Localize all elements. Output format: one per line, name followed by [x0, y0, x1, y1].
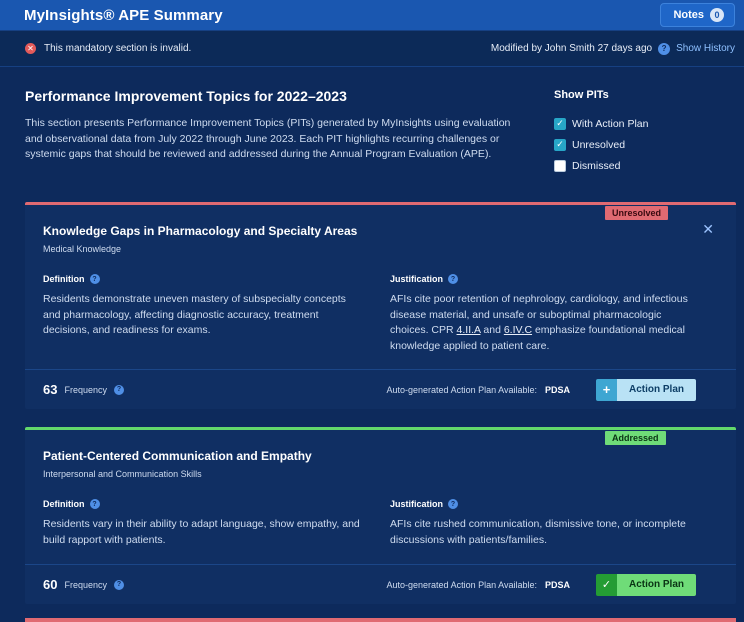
action-plan-type: PDSA: [544, 579, 570, 590]
page-title: MyInsights® APE Summary: [24, 6, 223, 24]
next-card-edge: [25, 618, 736, 622]
help-icon[interactable]: ?: [114, 384, 124, 395]
plus-icon: +: [595, 378, 617, 401]
frequency-value: 63: [43, 382, 58, 397]
action-plan-button-label: Action Plan: [616, 573, 696, 596]
action-plan-type: PDSA: [544, 384, 570, 395]
add-action-plan-button[interactable]: + Action Plan: [595, 378, 696, 401]
definition-label: Definition: [43, 274, 85, 284]
app-header: MyInsights® APE Summary Notes 0: [0, 0, 744, 30]
show-pits-filter: Show PITs ✓ With Action Plan ✓ Unresolve…: [554, 89, 648, 176]
justification-heading: Justification ?: [390, 274, 459, 284]
card-footer: 60 Frequency ? Auto-generated Action Pla…: [25, 564, 736, 604]
pit-card: Addressed Patient-Centered Communication…: [25, 427, 736, 604]
action-plan-button-label: Action Plan: [616, 378, 696, 401]
justification-label: Justification: [390, 274, 444, 284]
definition-heading: Definition ?: [43, 499, 100, 509]
help-icon[interactable]: ?: [448, 499, 459, 509]
action-plan-available-label: Auto-generated Action Plan Available:: [386, 384, 537, 395]
cpr-reference-link[interactable]: 6.IV.C: [504, 324, 532, 336]
section-description: This section presents Performance Improv…: [25, 117, 511, 160]
pit-title: Patient-Centered Communication and Empat…: [43, 449, 312, 463]
cpr-reference-link[interactable]: 4.II.A: [457, 324, 481, 336]
status-badge: Unresolved: [605, 206, 669, 220]
justification-label: Justification: [390, 499, 444, 509]
filter-label: Dismissed: [572, 159, 621, 172]
filter-label: With Action Plan: [572, 117, 649, 130]
definition-text: Residents vary in their ability to adapt…: [43, 518, 360, 546]
checkbox-checked-icon[interactable]: ✓: [554, 138, 566, 151]
justification-heading: Justification ?: [390, 499, 459, 509]
filter-unresolved[interactable]: ✓ Unresolved: [554, 134, 648, 155]
view-action-plan-button[interactable]: ✓ Action Plan: [595, 573, 696, 596]
notes-button[interactable]: Notes 0: [660, 3, 735, 27]
pit-title: Knowledge Gaps in Pharmacology and Speci…: [43, 224, 358, 238]
validation-message: This mandatory section is invalid.: [44, 43, 192, 54]
frequency-label: Frequency: [64, 579, 107, 590]
status-badge: Addressed: [605, 431, 666, 445]
action-plan-available-label: Auto-generated Action Plan Available:: [386, 579, 537, 590]
definition-heading: Definition ?: [43, 274, 100, 284]
show-history-link[interactable]: Show History: [676, 43, 735, 54]
validation-status-bar: ✕ This mandatory section is invalid. Mod…: [0, 30, 744, 67]
check-icon: ✓: [595, 573, 617, 596]
frequency-label: Frequency: [64, 384, 107, 395]
definition-text: Residents demonstrate uneven mastery of …: [43, 293, 346, 336]
close-circle-icon: ✕: [25, 43, 36, 54]
notes-count-badge: 0: [710, 8, 724, 22]
justification-text: AFIs cite rushed communication, dismissi…: [390, 518, 686, 546]
filter-title: Show PITs: [554, 89, 609, 101]
card-footer: 63 Frequency ? Auto-generated Action Pla…: [25, 369, 736, 409]
help-icon[interactable]: ?: [89, 274, 100, 284]
help-icon[interactable]: ?: [658, 42, 671, 55]
pit-competency: Medical Knowledge: [43, 244, 122, 254]
frequency-value: 60: [43, 577, 58, 592]
pit-card: Unresolved ✕ Knowledge Gaps in Pharmacol…: [25, 202, 736, 409]
filter-label: Unresolved: [572, 138, 626, 151]
filter-dismissed[interactable]: Dismissed: [554, 155, 648, 176]
filter-with-action-plan[interactable]: ✓ With Action Plan: [554, 113, 648, 134]
close-icon[interactable]: ✕: [702, 222, 714, 236]
help-icon[interactable]: ?: [448, 274, 459, 284]
definition-label: Definition: [43, 499, 85, 509]
notes-button-label: Notes: [673, 9, 704, 21]
checkbox-unchecked-icon[interactable]: [554, 159, 566, 172]
section-title: Performance Improvement Topics for 2022–…: [25, 88, 347, 104]
checkbox-checked-icon[interactable]: ✓: [554, 117, 566, 130]
justification-text: AFIs cite poor retention of nephrology, …: [390, 293, 688, 352]
modified-info: Modified by John Smith 27 days ago: [490, 43, 653, 54]
pit-competency: Interpersonal and Communication Skills: [43, 469, 202, 479]
help-icon[interactable]: ?: [114, 579, 124, 590]
help-icon[interactable]: ?: [89, 499, 100, 509]
